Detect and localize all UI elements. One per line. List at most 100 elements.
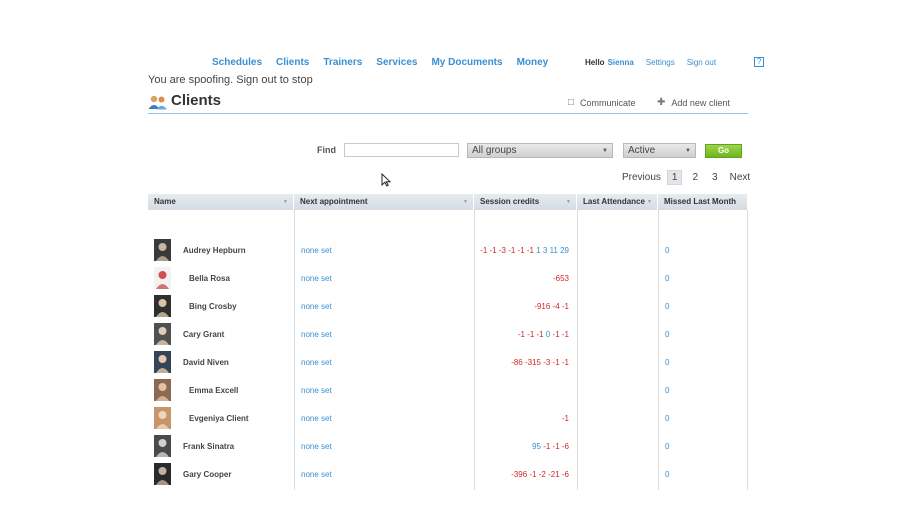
next-appointment-link[interactable]: none set: [294, 470, 474, 479]
nav-money[interactable]: Money: [517, 57, 549, 68]
avatar[interactable]: [154, 267, 171, 289]
session-credits-cell: 95 -1 -1 -6: [474, 442, 577, 451]
session-credit-value[interactable]: -1 -1 -6: [541, 442, 569, 451]
session-credit-value[interactable]: 95: [532, 442, 541, 451]
avatar[interactable]: [154, 435, 171, 457]
main-nav: Schedules Clients Trainers Services My D…: [212, 57, 562, 68]
table-row[interactable]: Bing Crosby none set -916 -4 -1 0: [148, 292, 748, 320]
name-cell: Bing Crosby: [148, 295, 294, 317]
sign-out-link[interactable]: Sign out: [687, 58, 716, 67]
add-new-client-button[interactable]: ✚ Add new client: [657, 97, 730, 108]
previous-page-link[interactable]: Previous: [622, 172, 661, 183]
sort-icon: ▼: [283, 199, 288, 205]
client-name-link[interactable]: Cary Grant: [183, 330, 224, 339]
missed-last-month-link[interactable]: 0: [658, 246, 748, 255]
page-title: Clients: [171, 92, 222, 109]
missed-last-month-link[interactable]: 0: [658, 302, 748, 311]
pagination: Previous 1 2 3 Next: [622, 170, 750, 185]
table-row[interactable]: Frank Sinatra none set 95 -1 -1 -6 0: [148, 432, 748, 460]
column-header-last-attendance[interactable]: Last Attendance ▼: [577, 194, 658, 210]
page-1-link[interactable]: 1: [666, 170, 683, 185]
session-credit-value[interactable]: -396 -1 -2 -21 -6: [511, 470, 569, 479]
avatar[interactable]: [154, 323, 171, 345]
table-row[interactable]: David Niven none set -86 -315 -3 -1 -1 0: [148, 348, 748, 376]
avatar[interactable]: [154, 295, 171, 317]
page-2-link[interactable]: 2: [688, 171, 702, 184]
spoof-message: You are spoofing. Sign out to stop: [148, 74, 313, 86]
communicate-button[interactable]: □ Communicate: [568, 97, 636, 108]
avatar[interactable]: [154, 351, 171, 373]
avatar[interactable]: [154, 379, 171, 401]
table-row[interactable]: Cary Grant none set -1 -1 -1 0 -1 -1 0: [148, 320, 748, 348]
table-row[interactable]: Gary Cooper none set -396 -1 -2 -21 -6 0: [148, 460, 748, 488]
client-name-link[interactable]: Evgeniya Client: [189, 414, 249, 423]
group-select[interactable]: All groups ▼: [467, 143, 613, 158]
settings-link[interactable]: Settings: [646, 58, 675, 67]
missed-last-month-link[interactable]: 0: [658, 274, 748, 283]
missed-last-month-link[interactable]: 0: [658, 330, 748, 339]
status-select[interactable]: Active ▼: [623, 143, 696, 158]
next-page-link[interactable]: Next: [730, 172, 751, 183]
missed-last-month-link[interactable]: 0: [658, 442, 748, 451]
table-row[interactable]: Emma Excell none set 0: [148, 376, 748, 404]
nav-trainers[interactable]: Trainers: [323, 57, 362, 68]
next-appointment-link[interactable]: none set: [294, 302, 474, 311]
missed-last-month-link[interactable]: 0: [658, 358, 748, 367]
nav-my-documents[interactable]: My Documents: [431, 57, 502, 68]
session-credit-value[interactable]: 1 3 11 29: [534, 246, 569, 255]
session-credits-cell: -1: [474, 414, 577, 423]
table-row[interactable]: Bella Rosa none set -653 0: [148, 264, 748, 292]
session-credit-value[interactable]: -1: [562, 414, 569, 423]
column-header-missed-last-month[interactable]: Missed Last Month: [658, 194, 748, 210]
missed-last-month-link[interactable]: 0: [658, 470, 748, 479]
next-appointment-link[interactable]: none set: [294, 386, 474, 395]
mouse-cursor-icon: [381, 173, 391, 187]
client-name-link[interactable]: Bella Rosa: [189, 274, 230, 283]
avatar[interactable]: [154, 463, 171, 485]
status-select-value: Active: [628, 145, 656, 156]
table-body: Audrey Hepburn none set -1 -1 -3 -1 -1 -1 …: [148, 210, 748, 490]
session-credit-value[interactable]: -653: [553, 274, 569, 283]
find-label: Find: [317, 145, 336, 155]
client-name-link[interactable]: Gary Cooper: [183, 470, 231, 479]
client-name-link[interactable]: David Niven: [183, 358, 229, 367]
next-appointment-link[interactable]: none set: [294, 414, 474, 423]
session-credits-cell: -653: [474, 274, 577, 283]
next-appointment-link[interactable]: none set: [294, 274, 474, 283]
table-row[interactable]: Audrey Hepburn none set -1 -1 -3 -1 -1 -1 …: [148, 236, 748, 264]
column-header-session-credits[interactable]: Session credits ▼: [474, 194, 577, 210]
nav-services[interactable]: Services: [376, 57, 417, 68]
session-credit-value[interactable]: -1 -1 -1: [518, 330, 544, 339]
nav-clients[interactable]: Clients: [276, 57, 309, 68]
session-credit-value[interactable]: -86 -315 -3 -1 -1: [511, 358, 569, 367]
next-appointment-link[interactable]: none set: [294, 246, 474, 255]
missed-last-month-link[interactable]: 0: [658, 386, 748, 395]
next-appointment-link[interactable]: none set: [294, 330, 474, 339]
column-header-name[interactable]: Name ▼: [148, 194, 294, 210]
session-credit-value[interactable]: -916 -4 -1: [534, 302, 569, 311]
session-credit-value[interactable]: 0: [544, 330, 553, 339]
find-input[interactable]: [344, 143, 459, 157]
avatar[interactable]: [154, 239, 171, 261]
sort-icon: ▼: [566, 199, 571, 205]
go-button[interactable]: Go: [705, 144, 742, 158]
client-name-link[interactable]: Audrey Hepburn: [183, 246, 246, 255]
next-appointment-link[interactable]: none set: [294, 442, 474, 451]
table-row[interactable]: Evgeniya Client none set -1 0: [148, 404, 748, 432]
client-name-link[interactable]: Bing Crosby: [189, 302, 237, 311]
chevron-down-icon: ▼: [685, 148, 691, 154]
session-credit-value[interactable]: -1 -1 -3 -1 -1 -1: [480, 246, 534, 255]
user-name-link[interactable]: Sienna: [608, 58, 634, 67]
name-cell: Frank Sinatra: [148, 435, 294, 457]
help-icon[interactable]: ?: [754, 57, 765, 67]
communicate-label: Communicate: [580, 97, 636, 108]
client-name-link[interactable]: Emma Excell: [189, 386, 238, 395]
missed-last-month-link[interactable]: 0: [658, 414, 748, 423]
avatar[interactable]: [154, 407, 171, 429]
page-3-link[interactable]: 3: [708, 171, 722, 184]
next-appointment-link[interactable]: none set: [294, 358, 474, 367]
session-credit-value[interactable]: -1 -1: [553, 330, 569, 339]
column-header-next-appointment[interactable]: Next appointment ▼: [294, 194, 474, 210]
nav-schedules[interactable]: Schedules: [212, 57, 262, 68]
client-name-link[interactable]: Frank Sinatra: [183, 442, 234, 451]
